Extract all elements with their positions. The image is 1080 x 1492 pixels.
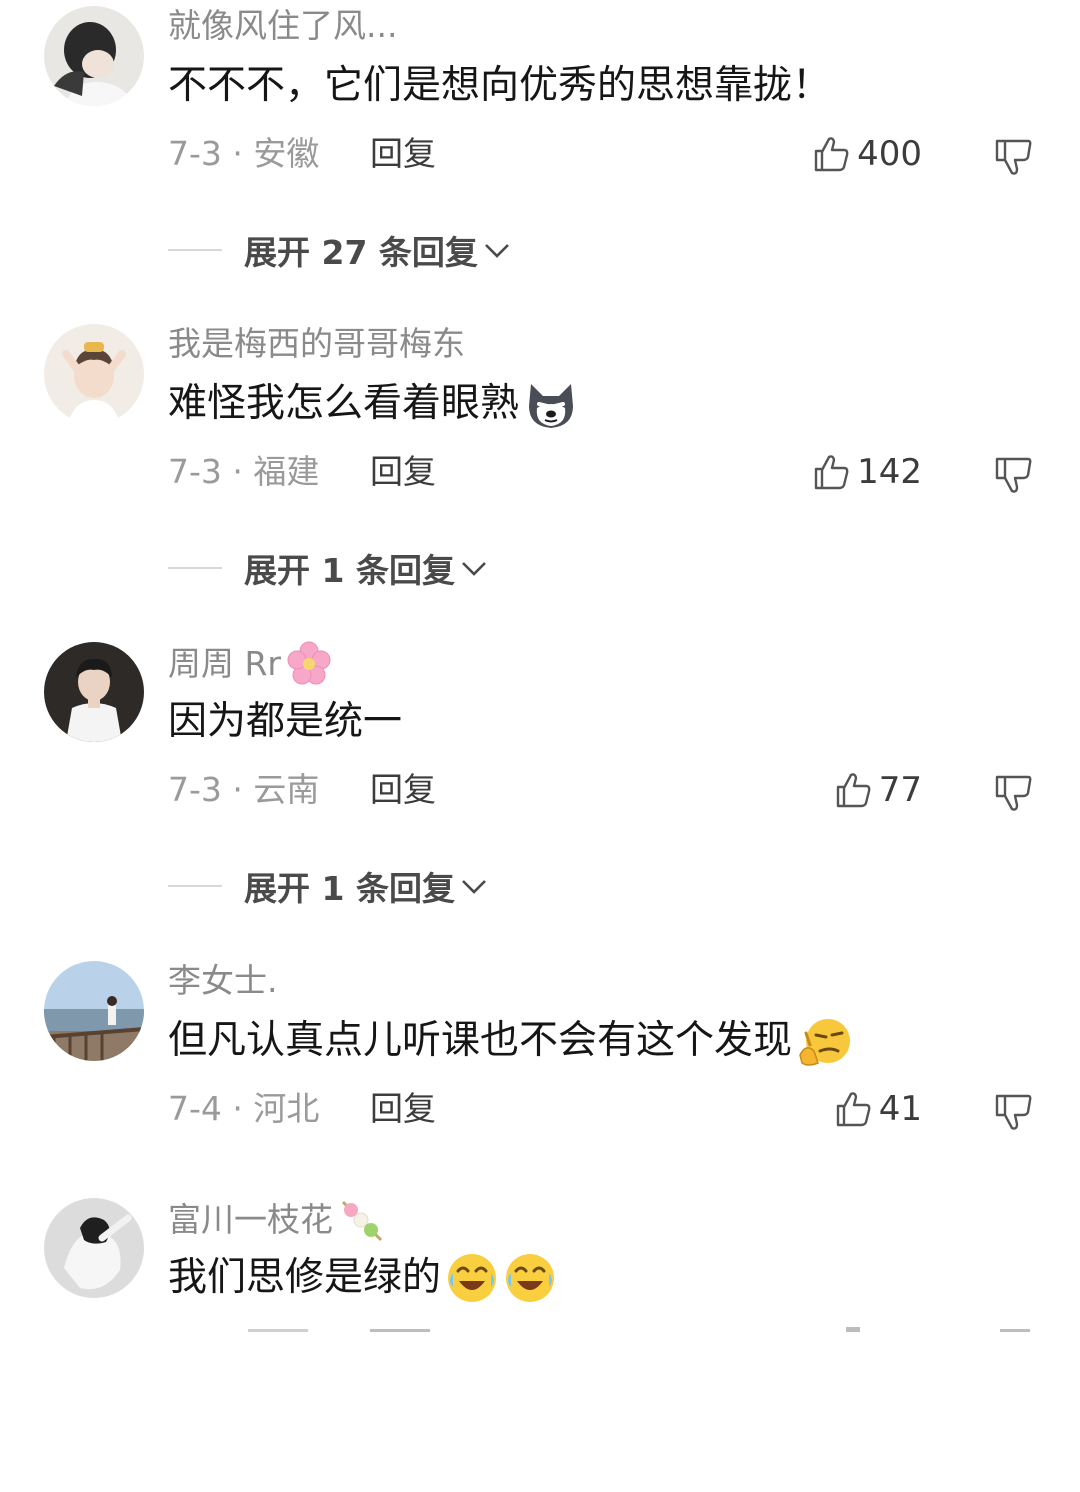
comment-item: 周周 Rr 因为都是统一 7-3 · 云南 回复 77 展开 1 条回复 xyxy=(0,636,1080,936)
comment-item: 就像风住了风... 不不不，它们是想向优秀的思想靠拢！ 7-3 · 安徽 回复 … xyxy=(0,0,1080,300)
date-location: 7-4 · 河北 xyxy=(168,1089,320,1128)
reply-button[interactable]: 回复 xyxy=(370,130,436,178)
dango-icon xyxy=(341,1200,383,1242)
dislike-button[interactable] xyxy=(992,136,1034,182)
username[interactable]: 我是梅西的哥哥梅东 xyxy=(168,322,465,366)
date-location: 7-3 · 福建 xyxy=(168,452,320,491)
avatar[interactable] xyxy=(44,324,144,424)
thumbs-down-icon xyxy=(995,775,1032,811)
divider xyxy=(168,567,222,569)
dislike-button[interactable] xyxy=(992,772,1034,818)
thumbs-up-icon xyxy=(836,1092,871,1127)
like-count: 41 xyxy=(878,1089,922,1129)
dislike-button[interactable] xyxy=(992,1091,1034,1137)
like-button[interactable]: 400 xyxy=(811,130,922,178)
cherry-blossom-icon xyxy=(287,641,331,685)
comment-item: 我是梅西的哥哥梅东 难怪我怎么看着眼熟 7-3 · 福建 回复 142 展开 1… xyxy=(0,318,1080,618)
reply-button[interactable]: 回复 xyxy=(370,766,436,814)
divider xyxy=(168,249,222,251)
comment-text: 因为都是统一 xyxy=(168,699,403,744)
truncated-meta-row xyxy=(0,1318,1080,1332)
expand-replies[interactable]: 展开 27 条回复 xyxy=(168,226,512,274)
dislike-button[interactable] xyxy=(992,454,1034,500)
comment-text-content: 我们思修是绿的 xyxy=(168,1255,442,1300)
username[interactable]: 李女士. xyxy=(168,959,278,1003)
avatar[interactable] xyxy=(44,1198,144,1298)
thumbs-down-icon xyxy=(995,1094,1032,1130)
laugh-cry-icon xyxy=(506,1254,555,1302)
avatar[interactable] xyxy=(44,6,144,106)
comment-text: 但凡认真点儿听课也不会有这个发现 xyxy=(168,1013,854,1069)
username[interactable]: 富川一枝花 xyxy=(168,1196,385,1244)
comment-text: 我们思修是绿的 xyxy=(168,1250,557,1306)
like-count: 142 xyxy=(857,452,922,492)
like-button[interactable]: 142 xyxy=(811,448,922,496)
comment-item: 富川一枝花 我们思修是绿的 xyxy=(0,1192,1080,1492)
reply-button[interactable]: 回复 xyxy=(370,448,436,496)
date-location: 7-3 · 安徽 xyxy=(168,134,320,173)
chevron-down-icon xyxy=(462,562,486,576)
expand-replies-label: 展开 1 条回复 xyxy=(244,869,455,908)
like-count: 400 xyxy=(857,134,922,174)
reply-button[interactable]: 回复 xyxy=(370,1085,436,1133)
username-text: 周周 Rr xyxy=(168,644,281,683)
thumbs-up-icon xyxy=(814,455,849,490)
like-button[interactable]: 77 xyxy=(833,766,922,814)
like-count: 77 xyxy=(878,770,922,810)
thinking-smirk-icon xyxy=(799,1019,851,1066)
thumbs-down-icon xyxy=(995,139,1032,175)
comment-text-content: 难怪我怎么看着眼熟 xyxy=(168,381,520,426)
avatar[interactable] xyxy=(44,961,144,1061)
expand-replies[interactable]: 展开 1 条回复 xyxy=(168,862,489,910)
username-text: 富川一枝花 xyxy=(168,1200,333,1239)
expand-replies[interactable]: 展开 1 条回复 xyxy=(168,544,489,592)
expand-replies-label: 展开 1 条回复 xyxy=(244,551,455,590)
comment-text: 不不不，它们是想向优秀的思想靠拢！ xyxy=(168,63,832,108)
like-button[interactable]: 41 xyxy=(833,1085,922,1133)
chevron-down-icon xyxy=(484,244,509,258)
chevron-down-icon xyxy=(462,880,486,894)
date-location: 7-3 · 云南 xyxy=(168,770,320,809)
thumbs-up-icon xyxy=(836,773,871,808)
avatar[interactable] xyxy=(44,642,144,742)
laugh-cry-icon xyxy=(448,1254,497,1302)
username[interactable]: 周周 Rr xyxy=(168,640,333,688)
comment-text: 难怪我怎么看着眼熟 xyxy=(168,376,579,432)
husky-dog-icon xyxy=(529,384,574,428)
divider xyxy=(168,885,222,887)
thumbs-down-icon xyxy=(995,457,1032,493)
comment-text-content: 但凡认真点儿听课也不会有这个发现 xyxy=(168,1018,793,1063)
thumbs-up-icon xyxy=(814,137,849,172)
username[interactable]: 就像风住了风... xyxy=(168,4,397,48)
expand-replies-label: 展开 27 条回复 xyxy=(244,233,478,272)
